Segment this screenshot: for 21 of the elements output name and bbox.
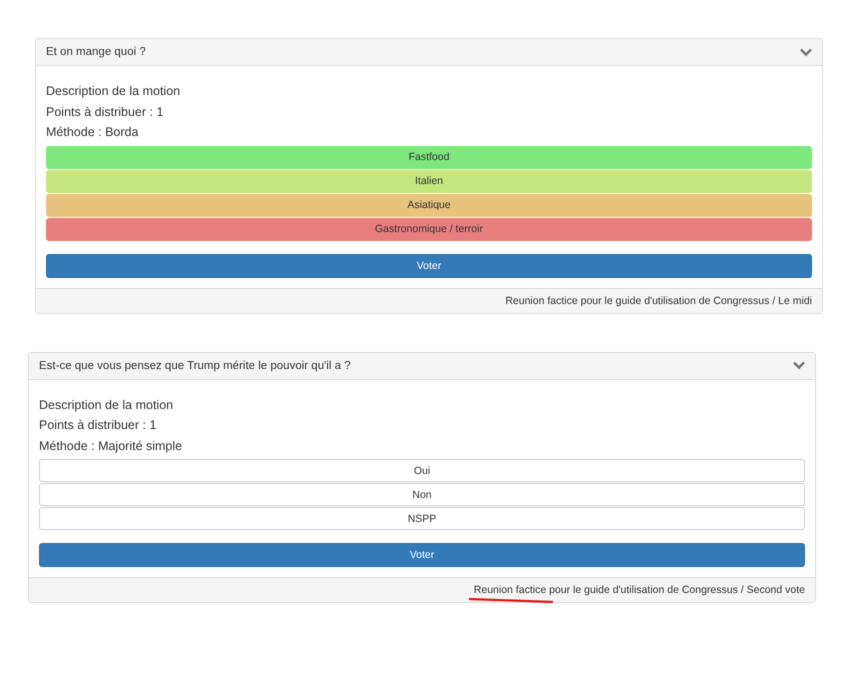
method-text: Méthode : Majorité simple xyxy=(39,438,184,455)
meeting-link[interactable]: Reunion factice pour le guide d'utilisation de Congressus / Second vote xyxy=(474,584,805,596)
motion-description: Description de la motion xyxy=(46,83,182,100)
method-text: Méthode : Borda xyxy=(46,124,140,141)
option-button[interactable]: Asiatique xyxy=(46,194,812,216)
motion-title: Est-ce que vous pensez que Trump mérite le pouvoir qu'il a ? xyxy=(39,360,351,372)
motion-title: Et on mange quoi ? xyxy=(46,46,146,58)
vote-button[interactable]: Voter xyxy=(46,254,812,278)
option-button[interactable]: NSPP xyxy=(39,507,805,530)
points-text: Points à distribuer : 1 xyxy=(39,417,158,434)
vote-button[interactable]: Voter xyxy=(39,543,805,567)
option-button[interactable]: Oui xyxy=(39,459,805,482)
option-button[interactable]: Gastronomique / terroir xyxy=(46,218,812,240)
option-button[interactable]: Non xyxy=(39,483,805,506)
chevron-down-icon[interactable] xyxy=(800,48,812,56)
meeting-link[interactable]: Reunion factice pour le guide d'utilisation de Congressus / Le midi xyxy=(505,294,812,306)
chevron-down-icon[interactable] xyxy=(793,361,805,370)
motion-description: Description de la motion xyxy=(39,396,174,414)
points-text: Points à distribuer : 1 xyxy=(46,104,164,120)
option-button[interactable]: Italien xyxy=(46,170,812,192)
option-button[interactable]: Fastfood xyxy=(46,146,812,168)
